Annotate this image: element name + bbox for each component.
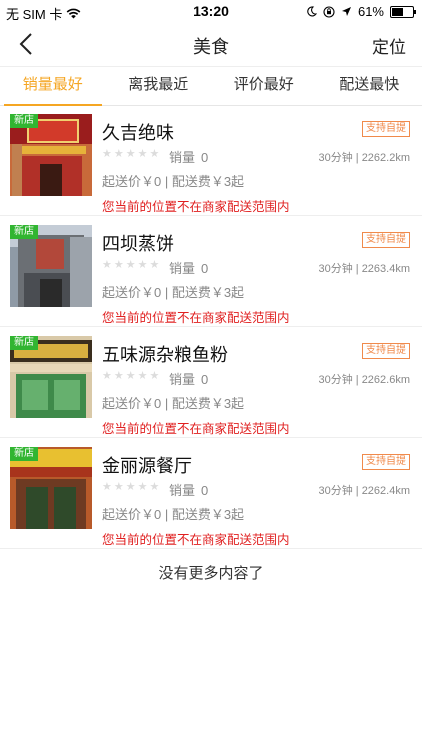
sales-value: 0 <box>201 372 209 387</box>
rating-stars: ★ ★ ★ ★ ★ <box>102 259 159 271</box>
tab-nearest[interactable]: 离我最近 <box>106 67 212 105</box>
sales-count: 销量 0 <box>169 369 208 388</box>
star-icon: ★ <box>137 370 148 382</box>
star-icon: ★ <box>149 370 160 382</box>
star-icon: ★ <box>149 259 160 271</box>
sales-count: 销量 0 <box>169 147 208 166</box>
page-title: 美食 <box>193 37 229 57</box>
status-indicators: 61% <box>306 4 416 19</box>
new-shop-badge: 新店 <box>10 114 38 128</box>
out-of-range-warning: 您当前的位置不在商家配送范围内 <box>102 311 290 325</box>
location-arrow-icon <box>341 7 351 16</box>
battery-percent: 61% <box>357 4 384 19</box>
time-distance: 30分钟 | 2262.4km <box>318 485 410 497</box>
star-icon: ★ <box>113 481 124 493</box>
no-more-content-label: 没有更多内容了 <box>158 565 264 582</box>
star-icon: ★ <box>137 481 148 493</box>
moon-icon <box>307 6 317 17</box>
shop-item[interactable]: 新店 久吉绝味 支持自提 ★ ★ ★ ★ ★ 销量 0 30分钟 | 2262.2km 起… <box>0 105 422 216</box>
shop-item[interactable]: 新店 四坝蒸饼 支持自提 ★ ★ ★ ★ ★ 销量 0 30分钟 | 2263.4km 起… <box>0 216 422 327</box>
shop-item[interactable]: 新店 金丽源餐厅 支持自提 ★ ★ ★ ★ ★ 销量 0 30分钟 | 2262.4km … <box>0 438 422 549</box>
tab-best-rated[interactable]: 评价最好 <box>211 67 317 105</box>
star-icon: ★ <box>113 259 124 271</box>
rating-stars: ★ ★ ★ ★ ★ <box>102 481 159 493</box>
time-distance: 30分钟 | 2263.4km <box>318 263 410 275</box>
delivery-fees: 起送价￥0 | 配送费￥3起 <box>102 285 245 300</box>
sales-count: 销量 0 <box>169 258 208 277</box>
star-icon: ★ <box>149 481 160 493</box>
out-of-range-warning: 您当前的位置不在商家配送范围内 <box>102 533 290 547</box>
orientation-lock-icon <box>323 5 335 18</box>
star-icon: ★ <box>125 370 136 382</box>
pickup-badge: 支持自提 <box>362 343 410 359</box>
delivery-fees: 起送价￥0 | 配送费￥3起 <box>102 396 245 411</box>
pickup-badge: 支持自提 <box>362 121 410 137</box>
star-icon: ★ <box>102 148 112 160</box>
new-shop-badge: 新店 <box>10 447 38 461</box>
sales-value: 0 <box>201 150 209 165</box>
navigation-bar: 美食 定位 <box>0 22 422 66</box>
time-distance: 30分钟 | 2262.6km <box>318 374 410 386</box>
status-bar: 无 SIM 卡 13:20 61% <box>0 0 422 22</box>
shop-list: 新店 久吉绝味 支持自提 ★ ★ ★ ★ ★ 销量 0 30分钟 | 2262.2km 起… <box>0 105 422 549</box>
tab-fastest-delivery[interactable]: 配送最快 <box>317 67 422 105</box>
tab-best-sales[interactable]: 销量最好 <box>0 67 106 106</box>
sales-label: 销量 <box>169 372 196 387</box>
rating-stars: ★ ★ ★ ★ ★ <box>102 148 159 160</box>
delivery-fees: 起送价￥0 | 配送费￥3起 <box>102 507 245 522</box>
star-icon: ★ <box>113 148 124 160</box>
shop-name: 久吉绝味 <box>102 123 174 143</box>
pickup-badge: 支持自提 <box>362 232 410 248</box>
battery-icon <box>390 5 416 18</box>
sales-label: 销量 <box>169 261 196 276</box>
star-icon: ★ <box>125 481 136 493</box>
star-icon: ★ <box>102 481 112 493</box>
shop-name: 四坝蒸饼 <box>102 234 174 254</box>
rating-stars: ★ ★ ★ ★ ★ <box>102 370 159 382</box>
sales-label: 销量 <box>169 483 196 498</box>
new-shop-badge: 新店 <box>10 336 38 350</box>
star-icon: ★ <box>125 259 136 271</box>
out-of-range-warning: 您当前的位置不在商家配送范围内 <box>102 200 290 214</box>
star-icon: ★ <box>102 259 112 271</box>
sales-value: 0 <box>201 261 209 276</box>
time-distance: 30分钟 | 2262.2km <box>318 152 410 164</box>
star-icon: ★ <box>113 370 124 382</box>
shop-item[interactable]: 新店 五味源杂粮鱼粉 支持自提 ★ ★ ★ ★ ★ 销量 0 30分钟 | 2262.6k… <box>0 327 422 438</box>
battery-fill <box>392 7 403 16</box>
shop-name: 金丽源餐厅 <box>102 456 192 476</box>
pickup-badge: 支持自提 <box>362 454 410 470</box>
star-icon: ★ <box>137 259 148 271</box>
sort-tabs: 销量最好 离我最近 评价最好 配送最快 <box>0 66 422 106</box>
star-icon: ★ <box>102 370 112 382</box>
new-shop-badge: 新店 <box>10 225 38 239</box>
out-of-range-warning: 您当前的位置不在商家配送范围内 <box>102 422 290 436</box>
back-chevron-icon[interactable] <box>16 32 38 56</box>
sales-value: 0 <box>201 483 209 498</box>
delivery-fees: 起送价￥0 | 配送费￥3起 <box>102 174 245 189</box>
star-icon: ★ <box>149 148 160 160</box>
star-icon: ★ <box>125 148 136 160</box>
star-icon: ★ <box>137 148 148 160</box>
sales-label: 销量 <box>169 150 196 165</box>
shop-name: 五味源杂粮鱼粉 <box>102 345 228 365</box>
sales-count: 销量 0 <box>169 480 208 499</box>
locate-button[interactable]: 定位 <box>372 33 406 58</box>
